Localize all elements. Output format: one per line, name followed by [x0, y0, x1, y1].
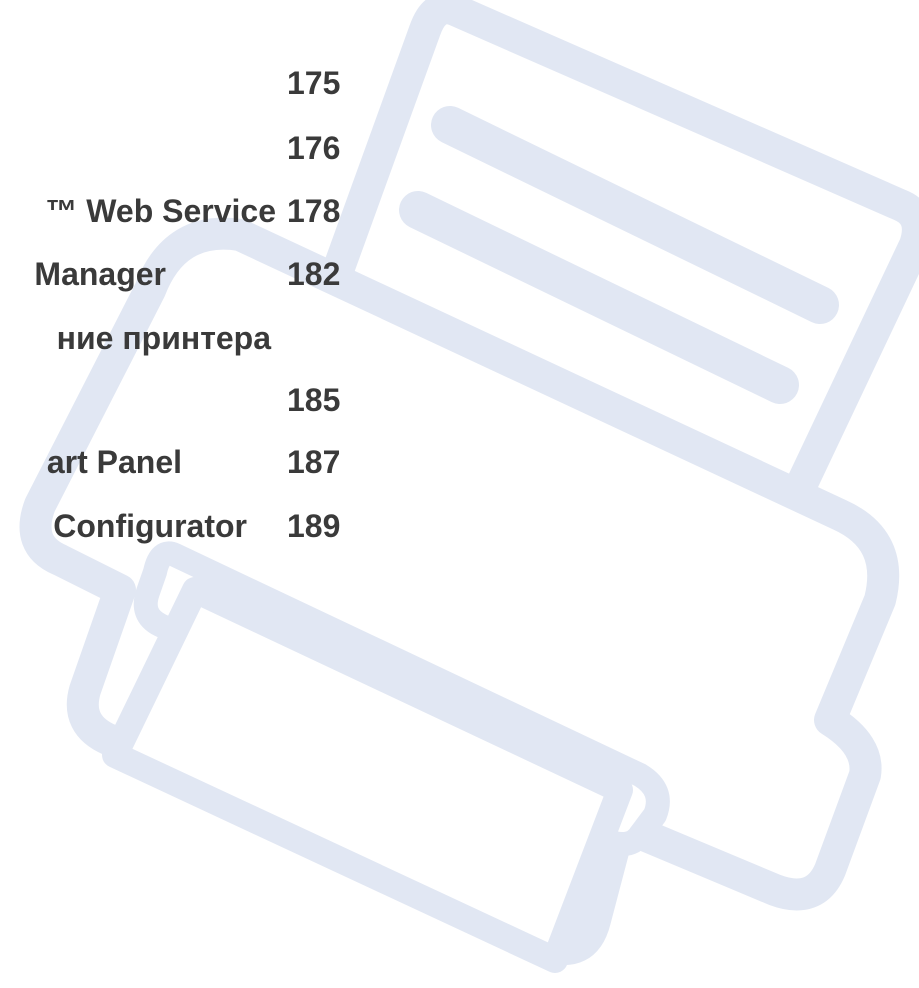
toc-entry-title[interactable]: ние принтера [57, 322, 271, 354]
toc-entry-title[interactable]: Configurator [53, 510, 247, 542]
toc-page-number[interactable]: 178 [287, 195, 340, 227]
table-of-contents: 175 176 ™ Web Service 178 Manager 182 ни… [0, 0, 919, 988]
toc-entry-title[interactable]: art Panel [47, 446, 182, 478]
toc-page-number[interactable]: 182 [287, 258, 340, 290]
toc-entry-title[interactable]: Manager [34, 258, 166, 290]
toc-page-number[interactable]: 175 [287, 67, 340, 99]
toc-page-number[interactable]: 189 [287, 510, 340, 542]
toc-page-number[interactable]: 185 [287, 384, 340, 416]
toc-page-number[interactable]: 187 [287, 446, 340, 478]
toc-entry-title[interactable]: ™ Web Service [45, 195, 276, 227]
toc-page-number[interactable]: 176 [287, 132, 340, 164]
